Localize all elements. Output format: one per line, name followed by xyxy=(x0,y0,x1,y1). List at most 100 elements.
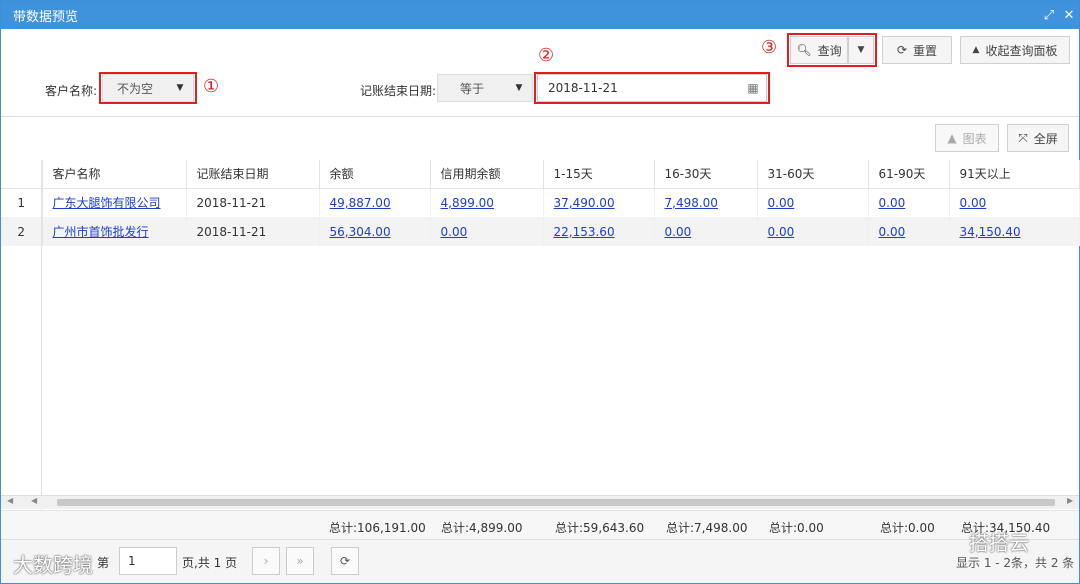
page-prefix: 第 xyxy=(97,556,110,570)
cell-customer: 广东大腿饰有限公司 xyxy=(42,188,187,217)
refresh-button[interactable]: ⟳ xyxy=(331,547,359,575)
expand-icon: ⤧ xyxy=(1018,130,1028,145)
total-balance: 总计:106,191.00 xyxy=(329,521,426,535)
calendar-icon[interactable]: ▦ xyxy=(740,81,766,95)
annotation-3: ③ xyxy=(761,37,778,58)
collapse-label: 收起查询面板 xyxy=(985,43,1058,58)
maximize-icon[interactable]: ⤢ xyxy=(1039,8,1059,23)
fullscreen-label: 全屏 xyxy=(1033,131,1058,146)
fullscreen-button[interactable]: ⤧ 全屏 xyxy=(1007,124,1069,152)
date-operator-select[interactable]: 等于 ▼ xyxy=(437,74,533,102)
amount-link[interactable]: 0.00 xyxy=(768,196,795,210)
cell-1-15: 22,153.60 xyxy=(543,217,655,246)
annotation-1: ① xyxy=(203,76,220,97)
cell-91: 34,150.40 xyxy=(949,217,1080,246)
amount-link[interactable]: 22,153.60 xyxy=(554,225,615,239)
column-header[interactable]: 记账结束日期 xyxy=(186,160,320,189)
data-grid: 客户名称 记账结束日期 余额 信用期余额 1-15天 16-30天 31-60天… xyxy=(1,160,1080,510)
table-row[interactable]: 1 广东大腿饰有限公司 2018-11-21 49,887.00 4,899.0… xyxy=(1,188,1080,217)
cell-31-60: 0.00 xyxy=(757,188,869,217)
amount-link[interactable]: 34,150.40 xyxy=(960,225,1021,239)
column-header[interactable]: 余额 xyxy=(319,160,431,189)
cell-balance: 49,887.00 xyxy=(319,188,431,217)
column-header[interactable]: 16-30天 xyxy=(654,160,758,189)
filter-row: 客户名称: 不为空 ▼ ① 记账结束日期: 等于 ▼ ② 2018-11-21 … xyxy=(1,47,1079,117)
amount-link[interactable]: 0.00 xyxy=(665,225,692,239)
credit-link[interactable]: 0.00 xyxy=(441,225,468,239)
cell-date: 2018-11-21 xyxy=(186,188,320,217)
column-header[interactable]: 31-60天 xyxy=(757,160,869,189)
customer-link[interactable]: 广州市首饰批发行 xyxy=(53,225,149,239)
cell-1-15: 37,490.00 xyxy=(543,188,655,217)
chart-button[interactable]: ▲ 图表 xyxy=(935,124,999,152)
cell-61-90: 0.00 xyxy=(868,188,950,217)
customer-link[interactable]: 广东大腿饰有限公司 xyxy=(53,196,161,210)
reset-button[interactable]: ⟳ 重置 xyxy=(882,36,952,64)
page-suffix: 页,共 1 页 xyxy=(182,556,238,570)
scroll-right-icon[interactable]: ▶ xyxy=(1067,496,1073,505)
query-button[interactable]: 🔍︎ 查询 xyxy=(790,36,848,64)
window-title: 带数据预览 xyxy=(13,9,79,25)
chart-label: 图表 xyxy=(962,131,987,146)
scroll-left-icon[interactable]: ◀ xyxy=(7,496,13,505)
row-number-divider xyxy=(41,160,42,538)
cell-balance: 56,304.00 xyxy=(319,217,431,246)
scroll-left-icon[interactable]: ◀ xyxy=(31,496,37,505)
amount-link[interactable]: 37,490.00 xyxy=(554,196,615,210)
total-16-30: 总计:7,498.00 xyxy=(666,521,748,535)
total-61-90: 总计:0.00 xyxy=(880,521,935,535)
close-icon[interactable]: ✕ xyxy=(1059,8,1079,23)
cell-16-30: 0.00 xyxy=(654,217,758,246)
column-header[interactable]: 客户名称 xyxy=(42,160,187,189)
amount-link[interactable]: 0.00 xyxy=(768,225,795,239)
amount-link[interactable]: 0.00 xyxy=(960,196,987,210)
table-row[interactable]: 2 广州市首饰批发行 2018-11-21 56,304.00 0.00 22,… xyxy=(1,217,1080,246)
next-page-button[interactable]: › xyxy=(252,547,280,575)
query-dropdown-button[interactable]: ▼ xyxy=(848,36,874,64)
total-1-15: 总计:59,643.60 xyxy=(555,521,645,535)
column-header[interactable]: 信用期余额 xyxy=(430,160,544,189)
balance-link[interactable]: 49,887.00 xyxy=(330,196,391,210)
cell-customer: 广州市首饰批发行 xyxy=(42,217,187,246)
last-page-button[interactable]: » xyxy=(286,547,314,575)
chevron-down-icon: ▼ xyxy=(176,83,184,93)
collapse-query-panel-button[interactable]: ▲ 收起查询面板 xyxy=(960,36,1070,64)
data-table: 客户名称 记账结束日期 余额 信用期余额 1-15天 16-30天 31-60天… xyxy=(1,160,1080,246)
balance-link[interactable]: 56,304.00 xyxy=(330,225,391,239)
page-number-value: 1 xyxy=(128,554,136,568)
total-31-60: 总计:0.00 xyxy=(769,521,824,535)
date-label: 记账结束日期: xyxy=(360,84,437,98)
total-credit: 总计:4,899.00 xyxy=(441,521,523,535)
amount-link[interactable]: 7,498.00 xyxy=(665,196,718,210)
search-icon: 🔍︎ xyxy=(796,43,812,57)
column-header[interactable]: 1-15天 xyxy=(543,160,655,189)
page-number-input[interactable]: 1 xyxy=(119,547,177,575)
caret-down-icon: ▼ xyxy=(857,45,865,55)
cell-31-60: 0.00 xyxy=(757,217,869,246)
amount-link[interactable]: 0.00 xyxy=(879,196,906,210)
title-bar: 带数据预览 ⤢ ✕ xyxy=(1,1,1079,29)
row-number: 1 xyxy=(1,188,43,217)
query-label: 查询 xyxy=(817,43,842,58)
cell-16-30: 7,498.00 xyxy=(654,188,758,217)
data-preview-window: 带数据预览 ⤢ ✕ ③ 🔍︎ 查询 ▼ ⟳ 重置 ▲ 收起查询面板 客户名称: … xyxy=(0,0,1080,584)
cell-credit: 4,899.00 xyxy=(430,188,544,217)
customer-operator-select[interactable]: 不为空 ▼ xyxy=(102,74,194,102)
watermark-left: 大数跨境 xyxy=(13,553,93,577)
credit-link[interactable]: 4,899.00 xyxy=(441,196,494,210)
cell-61-90: 0.00 xyxy=(868,217,950,246)
row-number: 2 xyxy=(1,217,43,246)
summary-row: 总计:106,191.00 总计:4,899.00 总计:59,643.60 总… xyxy=(1,510,1079,539)
scrollbar-thumb[interactable] xyxy=(57,499,1055,506)
customer-name-label: 客户名称: xyxy=(45,84,98,98)
chart-icon: ▲ xyxy=(947,131,957,145)
column-header[interactable]: 91天以上 xyxy=(949,160,1080,189)
column-header[interactable]: 61-90天 xyxy=(868,160,950,189)
watermark-right: 搭搭云 xyxy=(969,531,1029,555)
date-operator-value: 等于 xyxy=(459,81,484,96)
amount-link[interactable]: 0.00 xyxy=(879,225,906,239)
date-input[interactable]: 2018-11-21 ▦ xyxy=(537,74,767,102)
table-header-row: 客户名称 记账结束日期 余额 信用期余额 1-15天 16-30天 31-60天… xyxy=(1,160,1080,189)
date-value: 2018-11-21 xyxy=(548,81,618,95)
horizontal-scrollbar[interactable]: ◀ ◀ ▶ xyxy=(1,495,1079,509)
